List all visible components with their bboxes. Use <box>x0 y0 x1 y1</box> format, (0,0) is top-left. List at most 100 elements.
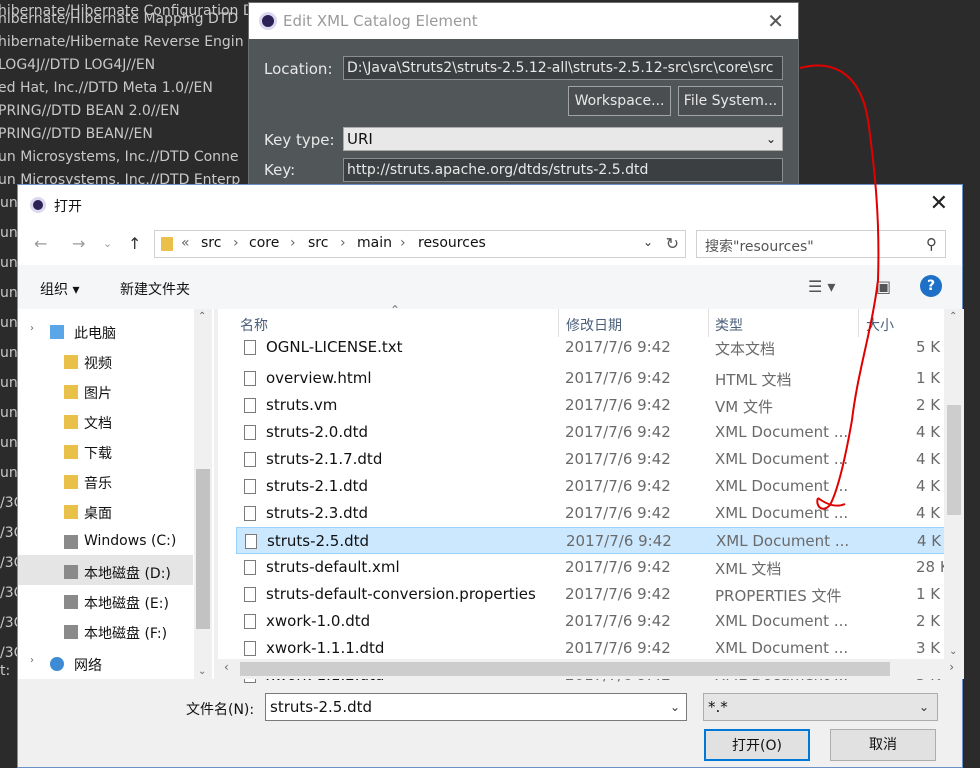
background-list-item: /3C <box>0 525 18 541</box>
drive-icon <box>64 595 78 609</box>
preview-pane-icon[interactable]: ▣ <box>876 277 891 296</box>
up-arrow-icon[interactable]: ↑ <box>128 234 141 253</box>
file-row[interactable]: struts-2.1.dtd 2017/7/6 9:42 XML Document … <box>236 473 944 500</box>
file-date: 2017/7/6 9:42 <box>565 396 671 414</box>
file-size: 1 K <box>916 369 941 387</box>
folder-icon <box>64 505 78 519</box>
chevron-right-icon[interactable]: › <box>30 323 34 334</box>
column-divider[interactable] <box>558 309 559 337</box>
background-list-item: LOG4J//DTD LOG4J//EN <box>0 57 156 73</box>
chevron-down-icon[interactable]: ⌄ <box>643 235 653 249</box>
forward-arrow-icon[interactable]: → <box>72 234 85 253</box>
sidebar-item[interactable]: 本地磁盘 (D:) <box>84 563 171 583</box>
sidebar-item[interactable]: 本地磁盘 (E:) <box>84 593 169 613</box>
open-button[interactable]: 打开(O) <box>704 729 810 761</box>
close-icon[interactable]: ✕ <box>767 9 784 33</box>
column-name[interactable]: 名称 <box>240 315 268 335</box>
background-list-item: un <box>0 315 18 331</box>
file-list: 名称 ⌃ 修改日期 类型 大小 OGNL-LICENSE.txt 2017/7/6… <box>218 303 964 684</box>
breadcrumb-main[interactable]: main <box>357 235 392 251</box>
new-folder-button[interactable]: 新建文件夹 <box>120 279 190 299</box>
sidebar-item[interactable]: 本地磁盘 (F:) <box>84 623 167 643</box>
file-row[interactable]: OGNL-LICENSE.txt 2017/7/6 9:42 文本文档 5 K <box>236 337 944 361</box>
file-row[interactable]: struts-2.5.dtd 2017/7/6 9:42 XML Document … <box>236 527 944 554</box>
breadcrumb-overflow[interactable]: « <box>181 235 190 251</box>
breadcrumb-src[interactable]: src <box>201 235 221 251</box>
organize-button[interactable]: 组织 ▾ <box>40 279 79 299</box>
sidebar-item[interactable]: 桌面 <box>84 503 112 523</box>
sidebar-item[interactable]: 下载 <box>84 443 112 463</box>
file-row[interactable]: xwork-1.1.1.dtd 2017/7/6 9:42 XML Document… <box>236 635 944 662</box>
chevron-left-icon[interactable]: ‹ <box>224 660 229 674</box>
sidebar-item[interactable]: Windows (C:) <box>84 533 176 549</box>
sidebar-item-this-pc[interactable]: 此电脑 <box>74 323 116 343</box>
chevron-up-icon[interactable]: ⌃ <box>198 311 206 322</box>
file-date: 2017/7/6 9:42 <box>565 504 671 522</box>
search-box[interactable]: 搜索"resources" ⚲ <box>696 230 946 258</box>
sidebar-item-network[interactable]: 网络 <box>74 655 102 675</box>
file-size: 28 K <box>916 558 944 576</box>
keytype-select[interactable]: URI ⌄ <box>343 127 783 151</box>
column-divider[interactable] <box>858 309 859 337</box>
address-bar[interactable]: « src › core › src › main › resources ⌄ … <box>154 230 686 258</box>
file-list-vscrollbar[interactable]: ⌃ ⌄ <box>944 309 964 659</box>
file-row[interactable]: struts-default-conversion.properties 2017… <box>236 581 944 608</box>
back-arrow-icon[interactable]: ← <box>34 234 47 253</box>
scroll-thumb[interactable] <box>947 405 961 515</box>
filetype-select[interactable]: *.* ⌄ <box>703 693 938 721</box>
chevron-right-icon[interactable]: › <box>949 660 954 674</box>
scroll-thumb[interactable] <box>196 469 210 629</box>
breadcrumb-core[interactable]: core <box>249 235 279 251</box>
column-divider[interactable] <box>708 309 709 337</box>
column-type[interactable]: 类型 <box>715 315 743 335</box>
file-type: XML Document ... <box>715 612 849 630</box>
sidebar-scrollbar[interactable]: ⌃ ⌄ <box>194 309 212 679</box>
chevron-down-icon[interactable]: ⌄ <box>670 694 680 720</box>
refresh-icon[interactable]: ↻ <box>666 234 679 253</box>
chevron-down-icon[interactable]: ⌄ <box>198 666 206 677</box>
file-list-hscrollbar[interactable]: ‹ › <box>218 659 964 679</box>
file-icon <box>244 340 256 355</box>
chevron-down-icon[interactable]: ⌄ <box>949 646 957 657</box>
view-options-icon[interactable]: ☰ ▾ <box>808 277 835 296</box>
chevron-right-icon[interactable]: › <box>30 655 34 666</box>
filetype-value: *.* <box>708 698 728 716</box>
column-header: 名称 ⌃ 修改日期 类型 大小 <box>218 303 964 337</box>
file-row[interactable]: struts-default.xml 2017/7/6 9:42 XML 文档 28 … <box>236 554 944 581</box>
file-type: XML 文档 <box>715 560 782 578</box>
chevron-up-icon[interactable]: ⌃ <box>949 311 957 322</box>
chevron-right-icon: › <box>400 235 406 251</box>
background-list-item: un <box>0 405 18 421</box>
recent-chevron-icon[interactable]: ⌄ <box>103 237 112 250</box>
close-icon[interactable]: ✕ <box>930 191 948 216</box>
sidebar-item[interactable]: 图片 <box>84 383 112 403</box>
background-list-item: un <box>0 195 18 211</box>
column-date[interactable]: 修改日期 <box>566 315 622 335</box>
help-icon[interactable]: ? <box>920 275 942 297</box>
key-field[interactable]: http://struts.apache.org/dtds/struts-2.5… <box>343 158 783 182</box>
breadcrumb-resources[interactable]: resources <box>418 235 486 251</box>
file-row[interactable]: struts-2.3.dtd 2017/7/6 9:42 XML Document … <box>236 500 944 527</box>
sidebar-item[interactable]: 视频 <box>84 353 112 373</box>
file-row[interactable]: struts-2.1.7.dtd 2017/7/6 9:42 XML Documen… <box>236 446 944 473</box>
file-row[interactable]: struts.vm 2017/7/6 9:42 VM 文件 2 K <box>236 392 944 419</box>
file-date: 2017/7/6 9:42 <box>565 639 671 657</box>
file-row[interactable]: struts-2.0.dtd 2017/7/6 9:42 XML Document … <box>236 419 944 446</box>
workspace-button[interactable]: Workspace... <box>568 86 671 116</box>
cancel-button[interactable]: 取消 <box>830 729 936 761</box>
background-strip <box>963 184 980 768</box>
file-icon <box>244 614 256 629</box>
location-field[interactable]: D:\Java\Struts2\struts-2.5.12-all\struts… <box>343 56 783 80</box>
breadcrumb-src-2[interactable]: src <box>308 235 328 251</box>
search-icon: ⚲ <box>926 235 937 253</box>
sidebar-item[interactable]: 文档 <box>84 413 112 433</box>
file-row[interactable]: xwork-1.0.dtd 2017/7/6 9:42 XML Document .… <box>236 608 944 635</box>
file-type: XML Document ... <box>715 423 849 441</box>
sidebar-item[interactable]: 音乐 <box>84 473 112 493</box>
file-system-button[interactable]: File System... <box>678 86 783 116</box>
column-size[interactable]: 大小 <box>866 315 894 335</box>
scroll-thumb[interactable] <box>240 662 890 676</box>
background-list-item: un <box>0 375 18 391</box>
file-row[interactable]: overview.html 2017/7/6 9:42 HTML 文档 1 K <box>236 365 944 392</box>
filename-input[interactable]: struts-2.5.dtd ⌄ <box>265 693 687 721</box>
